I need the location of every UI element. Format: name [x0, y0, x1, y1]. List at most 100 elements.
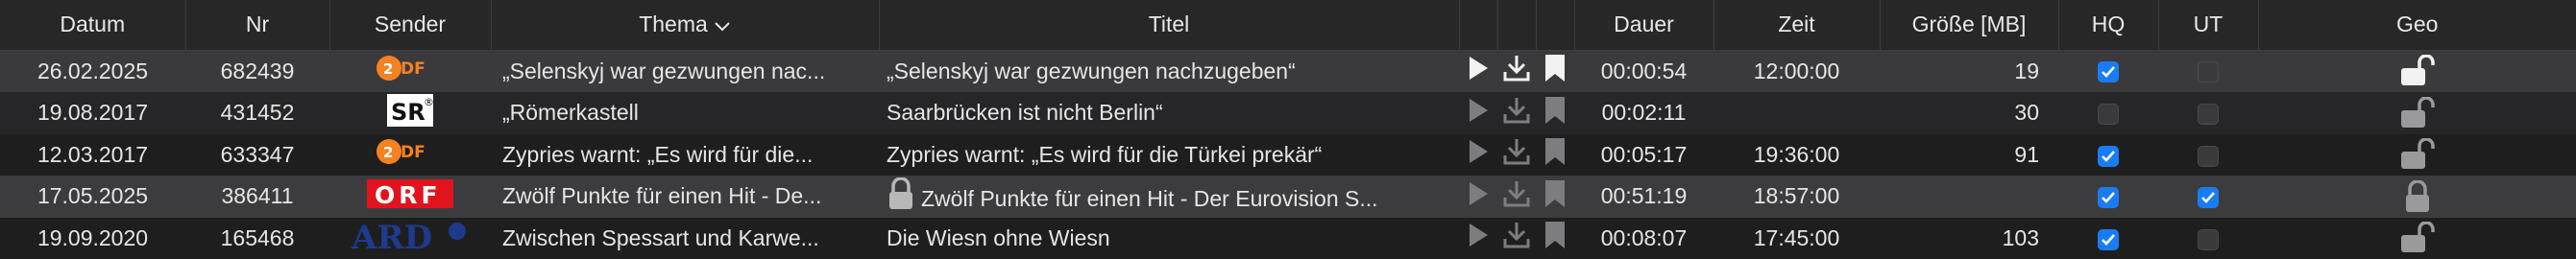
download-icon[interactable] — [1502, 139, 1531, 171]
download-icon[interactable] — [1502, 223, 1531, 254]
cell-zeit: 18:57:00 — [1753, 183, 1840, 209]
hq-checkbox[interactable] — [2098, 103, 2119, 125]
cell-download[interactable] — [1497, 134, 1536, 177]
column-header-nr[interactable]: Nr — [185, 0, 330, 51]
cell-play[interactable] — [1459, 218, 1497, 259]
table-row[interactable]: 19.08.2017 431452 SR ® „Römerkastell Saa… — [0, 91, 2576, 134]
sender-logo-sr: SR ® — [383, 92, 437, 134]
titel-text: Die Wiesn ohne Wiesn — [887, 224, 1110, 250]
svg-text:2: 2 — [383, 60, 393, 78]
cell-hq — [2058, 50, 2158, 92]
cell-geo — [2258, 134, 2576, 177]
cell-sender: SR ® — [329, 92, 491, 134]
column-header-ut[interactable]: UT — [2158, 0, 2259, 51]
hq-checkbox[interactable] — [2098, 228, 2119, 250]
table-row[interactable]: 17.05.2025 386411 ORF Zwölf Punkte für e… — [0, 176, 2576, 218]
cell-groesse: 103 — [2002, 224, 2039, 250]
cell-datum: 17.05.2025 — [36, 183, 149, 209]
cell-bookmark[interactable] — [1536, 50, 1574, 92]
cell-nr: 431452 — [220, 100, 295, 125]
cell-play[interactable] — [1459, 134, 1497, 177]
geo-lock-icon — [2398, 54, 2437, 85]
bookmark-icon[interactable] — [1544, 179, 1566, 213]
cell-bookmark[interactable] — [1536, 134, 1574, 177]
cell-geo — [2258, 218, 2576, 259]
cell-download[interactable] — [1497, 50, 1536, 92]
column-header-titel[interactable]: Titel — [879, 0, 1460, 51]
title-lock-icon — [887, 177, 915, 216]
column-header-geo[interactable]: Geo — [2258, 0, 2576, 51]
download-icon[interactable] — [1502, 56, 1531, 87]
column-header-thema-label: Thema — [639, 12, 708, 37]
hq-checkbox[interactable] — [2098, 145, 2119, 167]
table-row[interactable]: 26.02.2025 682439 2 DF „Selenskyj war ge… — [0, 50, 2576, 92]
play-icon[interactable] — [1468, 98, 1489, 128]
cell-bookmark[interactable] — [1536, 92, 1574, 134]
column-header-play[interactable] — [1459, 0, 1498, 51]
column-header-sender[interactable]: Sender — [329, 0, 492, 51]
play-icon[interactable] — [1468, 140, 1489, 169]
column-header-download[interactable] — [1497, 0, 1537, 51]
sender-logo-orf: ORF — [367, 177, 453, 217]
bookmark-icon[interactable] — [1544, 96, 1566, 130]
cell-play[interactable] — [1459, 50, 1497, 92]
column-header-zeit[interactable]: Zeit — [1713, 0, 1881, 51]
bookmark-icon[interactable] — [1544, 138, 1566, 171]
cell-download[interactable] — [1497, 176, 1536, 218]
ut-checkbox[interactable] — [2198, 228, 2219, 250]
cell-bookmark[interactable] — [1536, 218, 1574, 259]
cell-ut — [2158, 92, 2258, 134]
cell-dauer: 00:00:54 — [1600, 58, 1688, 83]
cell-groesse: 19 — [2014, 58, 2039, 83]
cell-thema: „Selenskyj war gezwungen nac... — [502, 58, 826, 83]
column-header-bookmark[interactable] — [1536, 0, 1575, 51]
column-header-dauer[interactable]: Dauer — [1574, 0, 1714, 51]
cell-dauer: 00:08:07 — [1600, 224, 1688, 250]
download-icon[interactable] — [1502, 97, 1531, 130]
cell-download[interactable] — [1497, 218, 1536, 259]
play-icon[interactable] — [1468, 181, 1489, 211]
cell-sender: ORF — [329, 176, 491, 218]
cell-thema: „Römerkastell — [502, 100, 639, 125]
hq-checkbox[interactable] — [2098, 187, 2119, 209]
column-header-hq[interactable]: HQ — [2058, 0, 2159, 51]
column-header-groesse[interactable]: Größe [MB] — [1880, 0, 2059, 51]
cell-ut — [2158, 134, 2258, 177]
bookmark-icon[interactable] — [1544, 222, 1566, 254]
ut-checkbox[interactable] — [2198, 187, 2219, 209]
cell-play[interactable] — [1459, 92, 1497, 134]
cell-titel: Saarbrücken ist nicht Berlin“ — [879, 92, 1459, 134]
cell-dauer: 00:51:19 — [1600, 183, 1688, 209]
sender-logo-zdf: 2 DF — [376, 51, 445, 91]
ut-checkbox[interactable] — [2198, 61, 2219, 83]
geo-lock-icon — [2403, 179, 2432, 212]
svg-text:ORF: ORF — [375, 181, 442, 209]
titel-text: Zwölf Punkte für einen Hit - Der Eurovis… — [921, 185, 1378, 211]
column-header-datum[interactable]: Datum — [0, 0, 186, 51]
cell-titel: Die Wiesn ohne Wiesn — [879, 218, 1459, 259]
download-icon[interactable] — [1502, 180, 1531, 213]
geo-lock-icon — [2398, 137, 2437, 170]
ut-checkbox[interactable] — [2198, 103, 2219, 125]
cell-zeit: 19:36:00 — [1753, 141, 1840, 167]
table-row[interactable]: 12.03.2017 633347 2 DF Zypries warnt: „E… — [0, 133, 2576, 177]
titel-text: Zypries warnt: „Es wird für die Türkei p… — [887, 141, 1323, 167]
cell-hq — [2058, 92, 2158, 134]
cell-play[interactable] — [1459, 176, 1497, 218]
table-header-row: Datum Nr Sender Thema Titel Dauer Zeit G… — [0, 0, 2576, 51]
hq-checkbox[interactable] — [2098, 61, 2119, 83]
cell-hq — [2058, 134, 2158, 177]
titel-text: Saarbrücken ist nicht Berlin“ — [887, 100, 1163, 125]
cell-ut — [2158, 218, 2258, 259]
column-header-thema[interactable]: Thema — [491, 0, 880, 51]
svg-text:ARD: ARD — [351, 219, 432, 252]
ut-checkbox[interactable] — [2198, 145, 2219, 167]
cell-download[interactable] — [1497, 92, 1536, 134]
table-row[interactable]: 19.09.2020 165468 ARD Zwischen Spessart … — [0, 217, 2576, 259]
cell-bookmark[interactable] — [1536, 176, 1574, 218]
play-icon[interactable] — [1468, 57, 1489, 85]
play-icon[interactable] — [1468, 224, 1489, 252]
cell-nr: 165468 — [220, 224, 295, 250]
cell-zeit — [1713, 92, 1880, 134]
bookmark-icon[interactable] — [1544, 55, 1566, 87]
